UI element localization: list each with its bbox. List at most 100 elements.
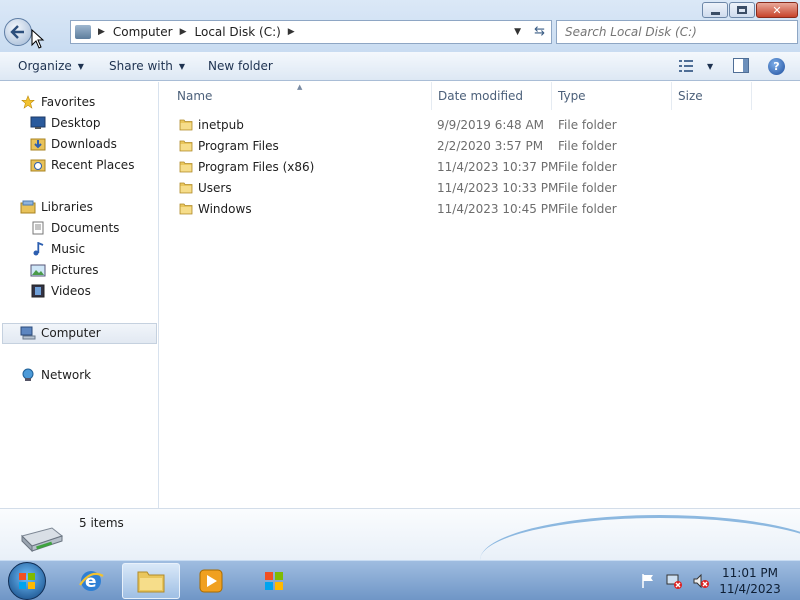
taskbar-clock[interactable]: 11:01 PM 11/4/2023	[715, 565, 785, 597]
file-date-modified: 11/4/2023 10:45 PM	[437, 202, 559, 216]
file-type: File folder	[558, 160, 617, 174]
star-icon	[21, 95, 35, 109]
file-name: inetpub	[198, 118, 244, 132]
address-bar[interactable]: ▶ Computer ▶ Local Disk (C:) ▶ ▼ ⇆	[70, 20, 552, 44]
nav-item-downloads[interactable]: Downloads	[30, 137, 117, 151]
table-row[interactable]: Users 11/4/2023 10:33 PM File folder	[160, 178, 800, 199]
folder-icon	[179, 203, 193, 215]
file-name: Program Files (x86)	[198, 160, 315, 174]
taskbar: e 11:01 PM 11/4/2023	[0, 560, 800, 600]
column-divider[interactable]	[431, 82, 432, 110]
minimize-button[interactable]	[702, 2, 728, 18]
window-controls: ✕	[702, 2, 798, 18]
maximize-button[interactable]	[729, 2, 755, 18]
organize-button[interactable]: Organize ▼	[18, 59, 84, 73]
folder-icon	[179, 119, 193, 131]
file-date-modified: 11/4/2023 10:37 PM	[437, 160, 559, 174]
breadcrumb-separator-icon[interactable]: ▶	[98, 27, 105, 37]
file-date-modified: 11/4/2023 10:33 PM	[437, 181, 559, 195]
command-bar: Organize ▼ Share with ▼ New folder ▼ ?	[0, 52, 800, 81]
preview-pane-icon[interactable]	[733, 58, 749, 73]
nav-label-recent-places: Recent Places	[51, 158, 135, 172]
column-divider[interactable]	[551, 82, 552, 110]
nav-label-pictures: Pictures	[51, 263, 99, 277]
breadcrumb-computer[interactable]: Computer	[113, 25, 173, 39]
windows-logo-icon	[19, 573, 35, 589]
sort-ascending-icon: ▲	[297, 83, 303, 91]
breadcrumb-separator-icon[interactable]: ▶	[288, 27, 295, 37]
nav-label-music: Music	[51, 242, 86, 256]
system-tray	[640, 561, 710, 600]
nav-item-music[interactable]: Music	[30, 242, 85, 256]
navigation-pane: Favorites Desktop Downloads Recent Place…	[0, 82, 159, 508]
item-count: 5 items	[79, 516, 124, 530]
share-with-button[interactable]: Share with ▼	[109, 59, 185, 73]
file-name: Program Files	[198, 139, 279, 153]
details-pane: 5 items	[0, 508, 800, 560]
nav-item-videos[interactable]: Videos	[30, 284, 91, 298]
folder-icon	[179, 161, 193, 173]
nav-item-favorites[interactable]: Favorites	[20, 95, 95, 109]
column-divider[interactable]	[751, 82, 752, 110]
computer-icon	[20, 326, 36, 340]
table-row[interactable]: inetpub 9/9/2019 6:48 AM File folder	[160, 115, 800, 136]
nav-label-libraries: Libraries	[41, 200, 93, 214]
column-header-type[interactable]: Type	[558, 89, 586, 103]
new-folder-label: New folder	[208, 59, 273, 73]
nav-item-pictures[interactable]: Pictures	[30, 263, 99, 277]
table-row[interactable]: Program Files (x86) 11/4/2023 10:37 PM F…	[160, 157, 800, 178]
taskbar-media-player[interactable]	[182, 563, 240, 599]
column-header-date-modified[interactable]: Date modified	[438, 89, 523, 103]
column-divider[interactable]	[671, 82, 672, 110]
refresh-icon[interactable]: ⇆	[534, 24, 545, 39]
breadcrumb-local-disk[interactable]: Local Disk (C:)	[195, 25, 281, 39]
nav-item-documents[interactable]: Documents	[30, 221, 119, 235]
file-type: File folder	[558, 181, 617, 195]
file-name: Windows	[198, 202, 252, 216]
close-button[interactable]: ✕	[756, 2, 798, 18]
windows-logo-icon	[265, 572, 283, 590]
start-button[interactable]	[8, 562, 46, 600]
search-box[interactable]	[556, 20, 798, 44]
nav-label-videos: Videos	[51, 284, 91, 298]
change-view-button[interactable]: ▼	[678, 59, 713, 73]
share-with-label: Share with	[109, 59, 173, 73]
file-name: Users	[198, 181, 232, 195]
chevron-down-icon: ▼	[178, 61, 186, 71]
taskbar-windows-app[interactable]	[245, 563, 303, 599]
nav-item-computer[interactable]: Computer	[20, 326, 101, 340]
search-input[interactable]	[565, 25, 775, 39]
table-row[interactable]: Windows 11/4/2023 10:45 PM File folder	[160, 199, 800, 220]
taskbar-internet-explorer[interactable]: e	[62, 563, 120, 599]
nav-item-recent-places[interactable]: Recent Places	[30, 158, 134, 172]
volume-muted-icon[interactable]	[692, 573, 710, 589]
nav-item-libraries[interactable]: Libraries	[20, 200, 93, 214]
nav-label-downloads: Downloads	[51, 137, 117, 151]
nav-label-favorites: Favorites	[41, 95, 96, 109]
breadcrumb-separator-icon[interactable]: ▶	[180, 27, 187, 37]
window-title-bar: ✕ ▶ Computer ▶ Local Disk (C:) ▶ ▼ ⇆	[0, 0, 800, 52]
folder-icon	[179, 182, 193, 194]
taskbar-windows-explorer[interactable]	[122, 563, 180, 599]
nav-item-network[interactable]: Network	[20, 368, 91, 382]
column-header-size[interactable]: Size	[678, 89, 703, 103]
nav-label-documents: Documents	[51, 221, 120, 235]
back-button[interactable]	[4, 18, 32, 46]
nav-label-desktop: Desktop	[51, 116, 101, 130]
hard-drive-icon	[21, 527, 64, 552]
table-row[interactable]: Program Files 2/2/2020 3:57 PM File fold…	[160, 136, 800, 157]
folder-icon	[137, 571, 165, 593]
file-date-modified: 9/9/2019 6:48 AM	[437, 118, 545, 132]
action-center-flag-icon[interactable]	[640, 573, 656, 589]
new-folder-button[interactable]: New folder	[208, 59, 273, 73]
chevron-down-icon[interactable]: ▼	[707, 62, 713, 71]
chevron-down-icon[interactable]: ▼	[514, 27, 521, 37]
nav-item-desktop[interactable]: Desktop	[30, 116, 101, 130]
help-icon[interactable]: ?	[768, 58, 785, 75]
back-arrow-icon	[10, 25, 24, 39]
network-status-icon[interactable]	[665, 573, 683, 589]
network-icon	[22, 368, 34, 381]
file-date-modified: 2/2/2020 3:57 PM	[437, 139, 544, 153]
column-header-name[interactable]: Name	[177, 89, 212, 103]
file-list: ▲ Name Date modified Type Size inetpub 9…	[160, 82, 800, 508]
